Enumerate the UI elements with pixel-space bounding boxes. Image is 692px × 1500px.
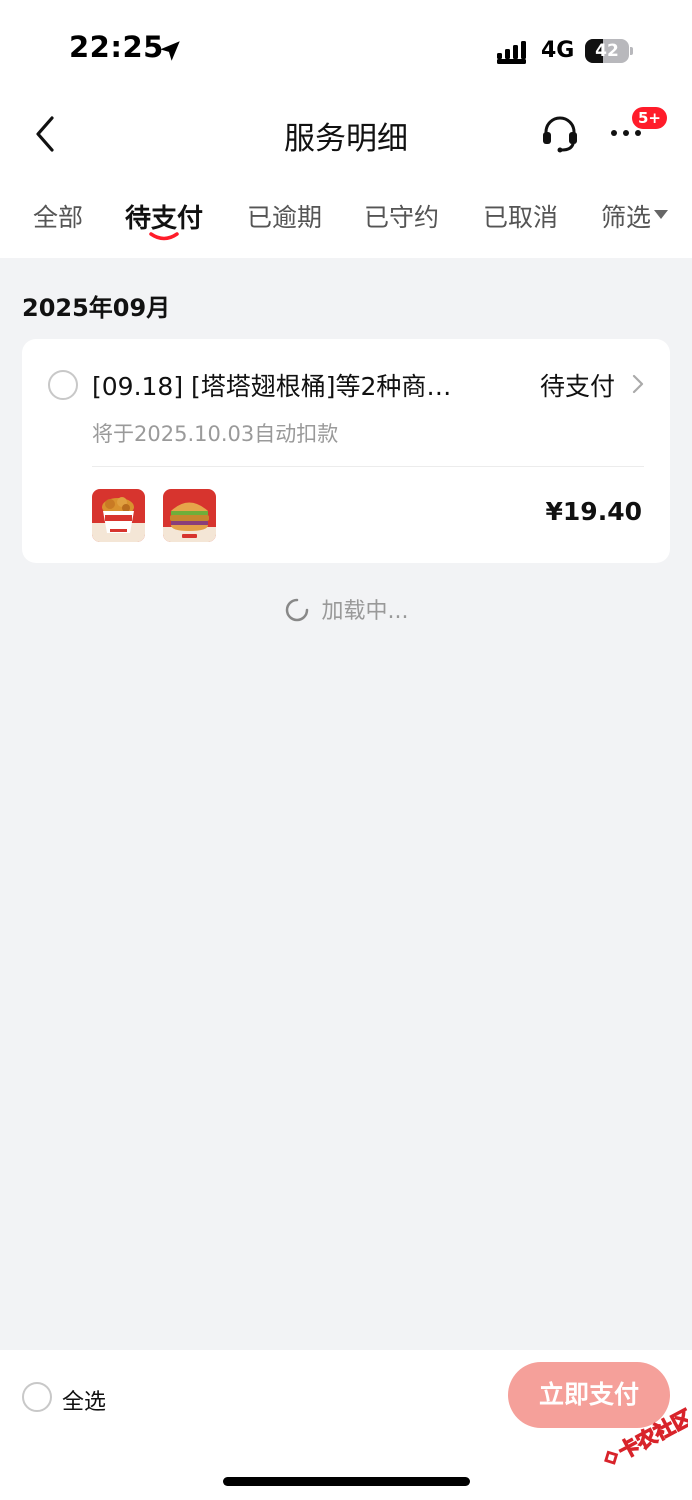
loading-text: 加载中... [321, 599, 409, 624]
notification-badge: 5+ [632, 107, 668, 129]
caret-down-icon [654, 210, 668, 219]
order-card[interactable]: [09.18] [塔塔翅根桶]等2种商… 待支付 将于2025.10.03自动扣… [22, 339, 670, 563]
active-tab-indicator [149, 232, 179, 241]
network-type: 4G [541, 38, 575, 63]
tab-cancelled[interactable]: 已取消 [483, 198, 558, 234]
loading-indicator: 加载中... [0, 593, 692, 625]
product-thumbnail-wing-bucket [92, 489, 145, 542]
chevron-right-icon[interactable] [632, 374, 644, 394]
watermark-logo: 卡农社区 [604, 1405, 688, 1465]
order-status: 待支付 [540, 372, 616, 401]
status-time: 22:25 [69, 30, 164, 64]
home-indicator[interactable] [223, 1477, 470, 1486]
signal-icon [497, 41, 526, 64]
tab-kept[interactable]: 已守约 [364, 198, 439, 234]
auto-deduct-note: 将于2025.10.03自动扣款 [92, 422, 339, 446]
order-title: [09.18] [塔塔翅根桶]等2种商… [92, 372, 452, 401]
select-all-radio[interactable] [22, 1382, 52, 1412]
page-title: 服务明细 [284, 121, 408, 157]
tab-pending-payment[interactable]: 待支付 [125, 198, 203, 235]
order-select-radio[interactable] [48, 370, 78, 400]
customer-service-icon[interactable] [540, 113, 580, 153]
tab-all[interactable]: 全部 [33, 198, 83, 234]
spinner-icon [285, 598, 308, 622]
select-all-label[interactable]: 全选 [62, 1384, 106, 1416]
battery-icon: 42 [585, 39, 633, 63]
product-thumbnail-burger [163, 489, 216, 542]
divider [92, 466, 644, 467]
battery-level: 42 [595, 41, 619, 61]
order-price: ¥19.40 [545, 497, 642, 526]
tab-filter[interactable]: 筛选 [601, 198, 651, 234]
svg-text:卡农社区: 卡农社区 [614, 1405, 688, 1464]
tab-overdue[interactable]: 已逾期 [247, 198, 322, 234]
location-arrow-icon [160, 41, 180, 61]
header-area: 22:25 4G 42 服务明细 5+ 全部 待支付 已逾期 已守约 已取消 筛… [0, 0, 692, 258]
month-header: 2025年09月 [22, 294, 171, 322]
